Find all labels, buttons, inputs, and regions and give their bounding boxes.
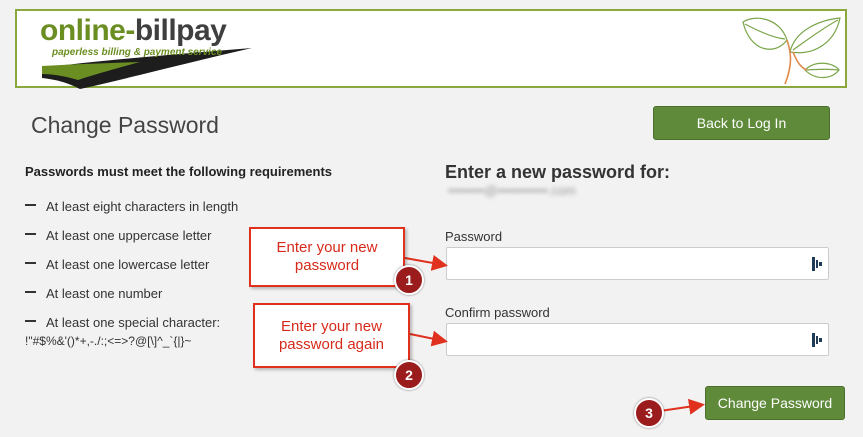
arrow-to-change-button xyxy=(659,398,705,415)
callout-confirm-password: Enter your new password again xyxy=(253,303,410,368)
arrow-to-confirm xyxy=(409,330,448,347)
arrow-to-password xyxy=(404,255,448,271)
step-badge-2: 2 xyxy=(394,360,424,390)
callout-password: Enter your new password xyxy=(249,227,405,287)
step-badge-1: 1 xyxy=(394,265,424,295)
step-badge-3: 3 xyxy=(634,398,664,428)
annotation-arrows xyxy=(404,255,705,415)
